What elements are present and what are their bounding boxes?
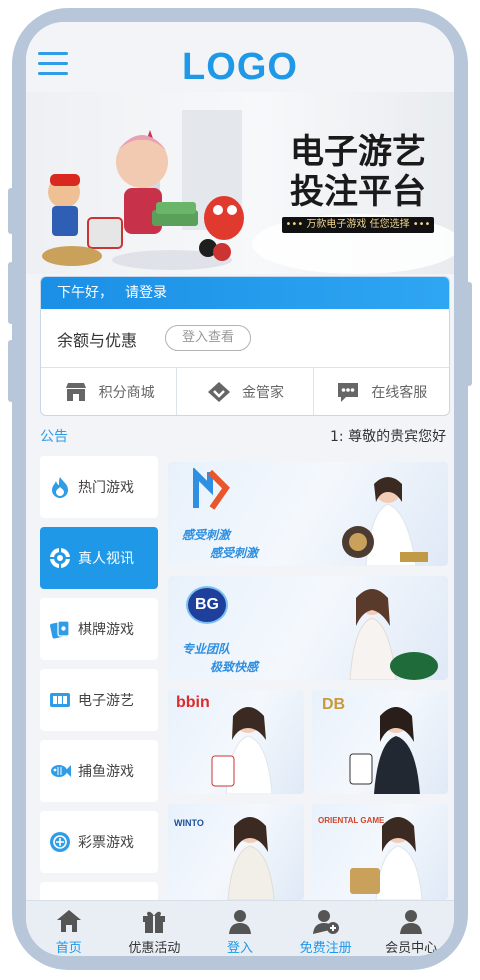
dealer-image (342, 477, 428, 566)
login-link[interactable]: 请登录 (125, 285, 167, 301)
game-card-live-5[interactable]: WINTO (168, 804, 304, 900)
category-card-games[interactable]: 棋牌游戏 (40, 598, 158, 660)
tab-label: 优惠活动 (128, 941, 181, 956)
dealer-image (211, 707, 273, 794)
dealer-image (350, 817, 423, 900)
tab-label: 会员中心 (385, 941, 438, 956)
fish-icon (51, 765, 71, 777)
quick-link-label: 金管家 (241, 385, 284, 401)
dealer-image (349, 589, 438, 680)
category-live-casino[interactable]: 真人视讯 (40, 527, 158, 589)
slot-icon (50, 693, 70, 707)
cards-icon (50, 620, 70, 639)
user-icon (400, 910, 423, 934)
card-slogan: 感受刺激 (182, 528, 231, 542)
power-button (466, 282, 472, 386)
category-slots[interactable]: 电子游艺 (40, 669, 158, 731)
points-mall-link[interactable]: 积分商城 (41, 368, 178, 415)
quick-links: 积分商城 金管家 在线客服 (41, 367, 449, 415)
diamond-icon (207, 382, 230, 402)
tab-register[interactable]: 免费注册 (283, 901, 369, 956)
butler-link[interactable]: 金管家 (177, 368, 314, 415)
game-card-live-3[interactable]: bbin (168, 690, 304, 794)
gift-icon (143, 911, 166, 933)
customer-service-link[interactable]: 在线客服 (314, 368, 449, 415)
user-icon (228, 910, 251, 934)
tab-home[interactable]: 首页 (26, 901, 112, 956)
chat-icon (338, 383, 359, 402)
category-hot-games[interactable]: 热门游戏 (40, 456, 158, 518)
app-screen: LOGO 电子游艺 投注平台 ••• 万款电子游戏 任您选择 ••• 下午好， … (26, 22, 454, 956)
category-lottery[interactable]: 彩票游戏 (40, 811, 158, 873)
top-header: LOGO (26, 22, 454, 92)
home-icon (56, 910, 81, 932)
volume-button (8, 262, 14, 324)
card-slogan: 感受刺激 (210, 546, 259, 560)
tab-login[interactable]: 登入 (197, 901, 283, 956)
card-slogan: 极致快感 (210, 660, 259, 674)
category-label: 热门游戏 (78, 480, 134, 496)
card-slogan: 专业团队 (182, 642, 231, 656)
volume-button (8, 340, 14, 402)
flame-icon (52, 477, 68, 498)
game-card-live-6[interactable]: ORIENTAL GAME (312, 804, 448, 900)
game-card-live-4[interactable]: DB (312, 690, 448, 794)
category-fishing[interactable]: 捕鱼游戏 (40, 740, 158, 802)
greeting-text: 下午好， (57, 285, 113, 301)
brand-logo: BG (186, 586, 228, 624)
store-icon (65, 383, 86, 401)
dealer-image (349, 707, 420, 794)
notice-message: 1: 尊敬的贵宾您好 (330, 429, 447, 445)
tab-label: 免费注册 (299, 941, 352, 956)
greeting-bar: 下午好， 请登录 (41, 277, 449, 309)
brand-logo: bbin (176, 694, 210, 711)
bottom-tab-bar: 首页 优惠活动 登入 免费注册 会员中心 (26, 900, 454, 956)
promo-banner[interactable]: 电子游艺 投注平台 ••• 万款电子游戏 任您选择 ••• (26, 92, 454, 274)
chip-icon (50, 548, 70, 568)
tab-promotions[interactable]: 优惠活动 (112, 901, 198, 956)
user-info-card: 下午好， 请登录 余额与优惠 登入查看 积分商城 金管家 在线客服 (40, 276, 450, 416)
quick-link-label: 在线客服 (371, 385, 428, 401)
tab-label: 登入 (226, 941, 253, 956)
game-card-live-2[interactable]: BG 专业团队 极致快感 (168, 576, 448, 680)
category-label: 电子游艺 (78, 693, 134, 709)
brand-logo (193, 468, 230, 510)
dealer-image (227, 817, 275, 900)
notice-bar[interactable]: 公告 1: 尊敬的贵宾您好 (40, 426, 448, 446)
volume-button (8, 188, 14, 234)
banner-subtitle: ••• 万款电子游戏 任您选择 ••• (282, 217, 434, 233)
brand-logo: WINTO (174, 818, 204, 828)
view-balance-button[interactable]: 登入查看 (165, 325, 251, 351)
tab-member-center[interactable]: 会员中心 (368, 901, 454, 956)
category-label: 捕鱼游戏 (78, 764, 134, 780)
logo[interactable]: LOGO (26, 46, 454, 89)
add-user-icon (312, 910, 339, 934)
game-card-live-1[interactable]: 感受刺激 感受刺激 (168, 462, 448, 566)
tab-label: 首页 (55, 941, 82, 956)
category-label: 棋牌游戏 (78, 622, 134, 638)
notice-label: 公告 (40, 429, 68, 445)
category-label: 彩票游戏 (78, 835, 134, 851)
lottery-icon (50, 832, 70, 852)
balance-label: 余额与优惠 (57, 331, 138, 350)
balance-row: 余额与优惠 登入查看 (41, 309, 449, 367)
quick-link-label: 积分商城 (98, 385, 155, 401)
category-label: 真人视讯 (78, 551, 134, 567)
banner-title: 电子游艺 投注平台 (290, 132, 426, 212)
banner-illustration (42, 110, 244, 270)
